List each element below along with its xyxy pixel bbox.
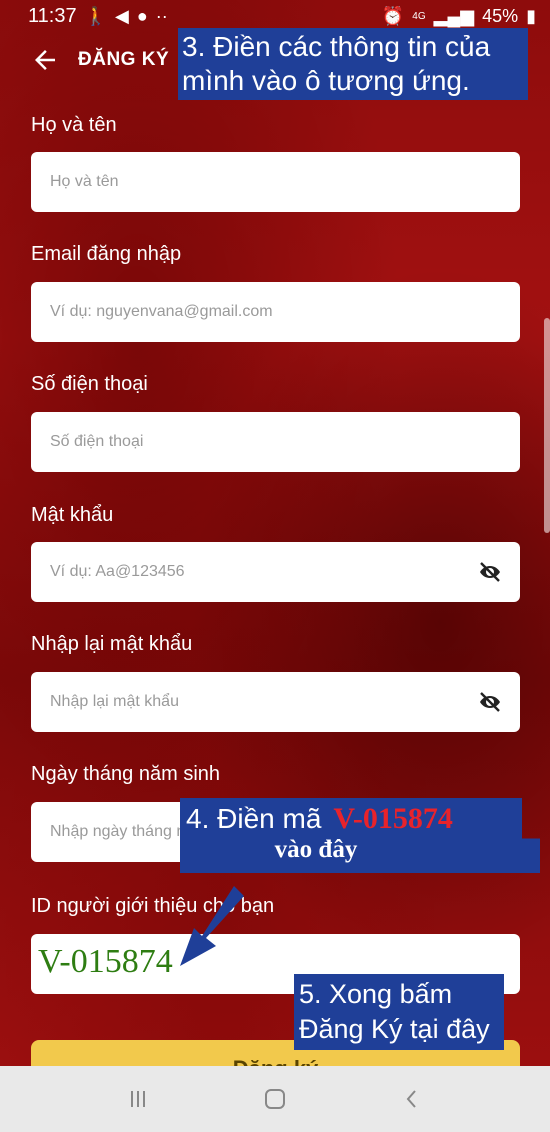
annotation-step-3-line-2: mình vào ô tương ứng. [182,64,500,98]
phone-placeholder: Số điện thoại [50,433,144,450]
phone-input[interactable]: Số điện thoại [31,412,520,472]
app-notification-icon: ● [136,5,148,26]
email-placeholder: Ví dụ: nguyenvana@gmail.com [50,303,273,320]
referral-value: V-015874 [38,943,173,980]
home-icon[interactable] [260,1084,290,1114]
annotation-step-3: 3. Điền các thông tin của mình vào ô tươ… [178,28,528,100]
annotation-step-4-line-1: 4. Điền mã V-015874 [186,802,534,836]
network-type: 4G [412,10,426,22]
alarm-icon: ⏰ [381,5,405,26]
confirm-password-input[interactable]: Nhập lại mật khẩu [31,672,520,732]
confirm-password-label: Nhập lại mật khẩu [31,633,193,655]
navigation-icon: ◀ [115,5,129,26]
annotation-step-4-code: V-015874 [333,802,453,835]
battery-icon: ▮ [526,5,536,26]
email-input[interactable]: Ví dụ: nguyenvana@gmail.com [31,282,520,342]
battery-level: 45% [482,5,519,26]
confirm-password-placeholder: Nhập lại mật khẩu [50,693,179,710]
status-right: ⏰ 4G ▂▄▆ 45% ▮ [382,6,536,27]
phone-label: Số điện thoại [31,373,148,395]
annotation-step-3-line-1: 3. Điền các thông tin của [182,31,491,62]
system-nav-bar [0,1066,550,1132]
annotation-step-4-suffix: vào đây [274,836,358,863]
hide-password-icon[interactable] [478,560,502,584]
recent-apps-icon[interactable] [123,1084,153,1114]
walking-icon: 🚶 [84,5,107,26]
email-label: Email đăng nhập [31,243,182,265]
back-arrow-icon[interactable] [30,45,60,75]
annotation-step-5: 5. Xong bấm Đăng Ký tại đây [294,974,504,1050]
full-name-input[interactable]: Họ và tên [31,152,520,212]
more-notifications-icon: ·· [155,5,168,26]
annotation-step-4-prefix: 4. Điền mã [186,803,322,834]
full-name-placeholder: Họ và tên [50,173,119,190]
password-input[interactable]: Ví dụ: Aa@123456 [31,542,520,602]
annotation-step-5-line-1: 5. Xong bấm [299,979,453,1009]
password-label: Mật khẩu [31,504,114,526]
annotation-step-4: 4. Điền mã V-015874 vào đây [180,798,540,873]
scrollbar[interactable] [544,318,550,533]
signal-icon: ▂▄▆ [433,5,475,26]
annotation-step-5-line-2: Đăng Ký tại đây [299,1014,490,1044]
birthday-label: Ngày tháng năm sinh [31,763,221,785]
status-time: 11:37 [28,4,77,27]
back-icon[interactable] [397,1084,427,1114]
status-left: 11:37 🚶 ◀ ● ·· [28,5,168,28]
pointer-arrow-icon [178,880,248,970]
hide-password-icon[interactable] [478,690,502,714]
full-name-label: Họ và tên [31,114,117,136]
page-title: ĐĂNG KÝ [78,49,170,70]
password-placeholder: Ví dụ: Aa@123456 [50,563,185,580]
